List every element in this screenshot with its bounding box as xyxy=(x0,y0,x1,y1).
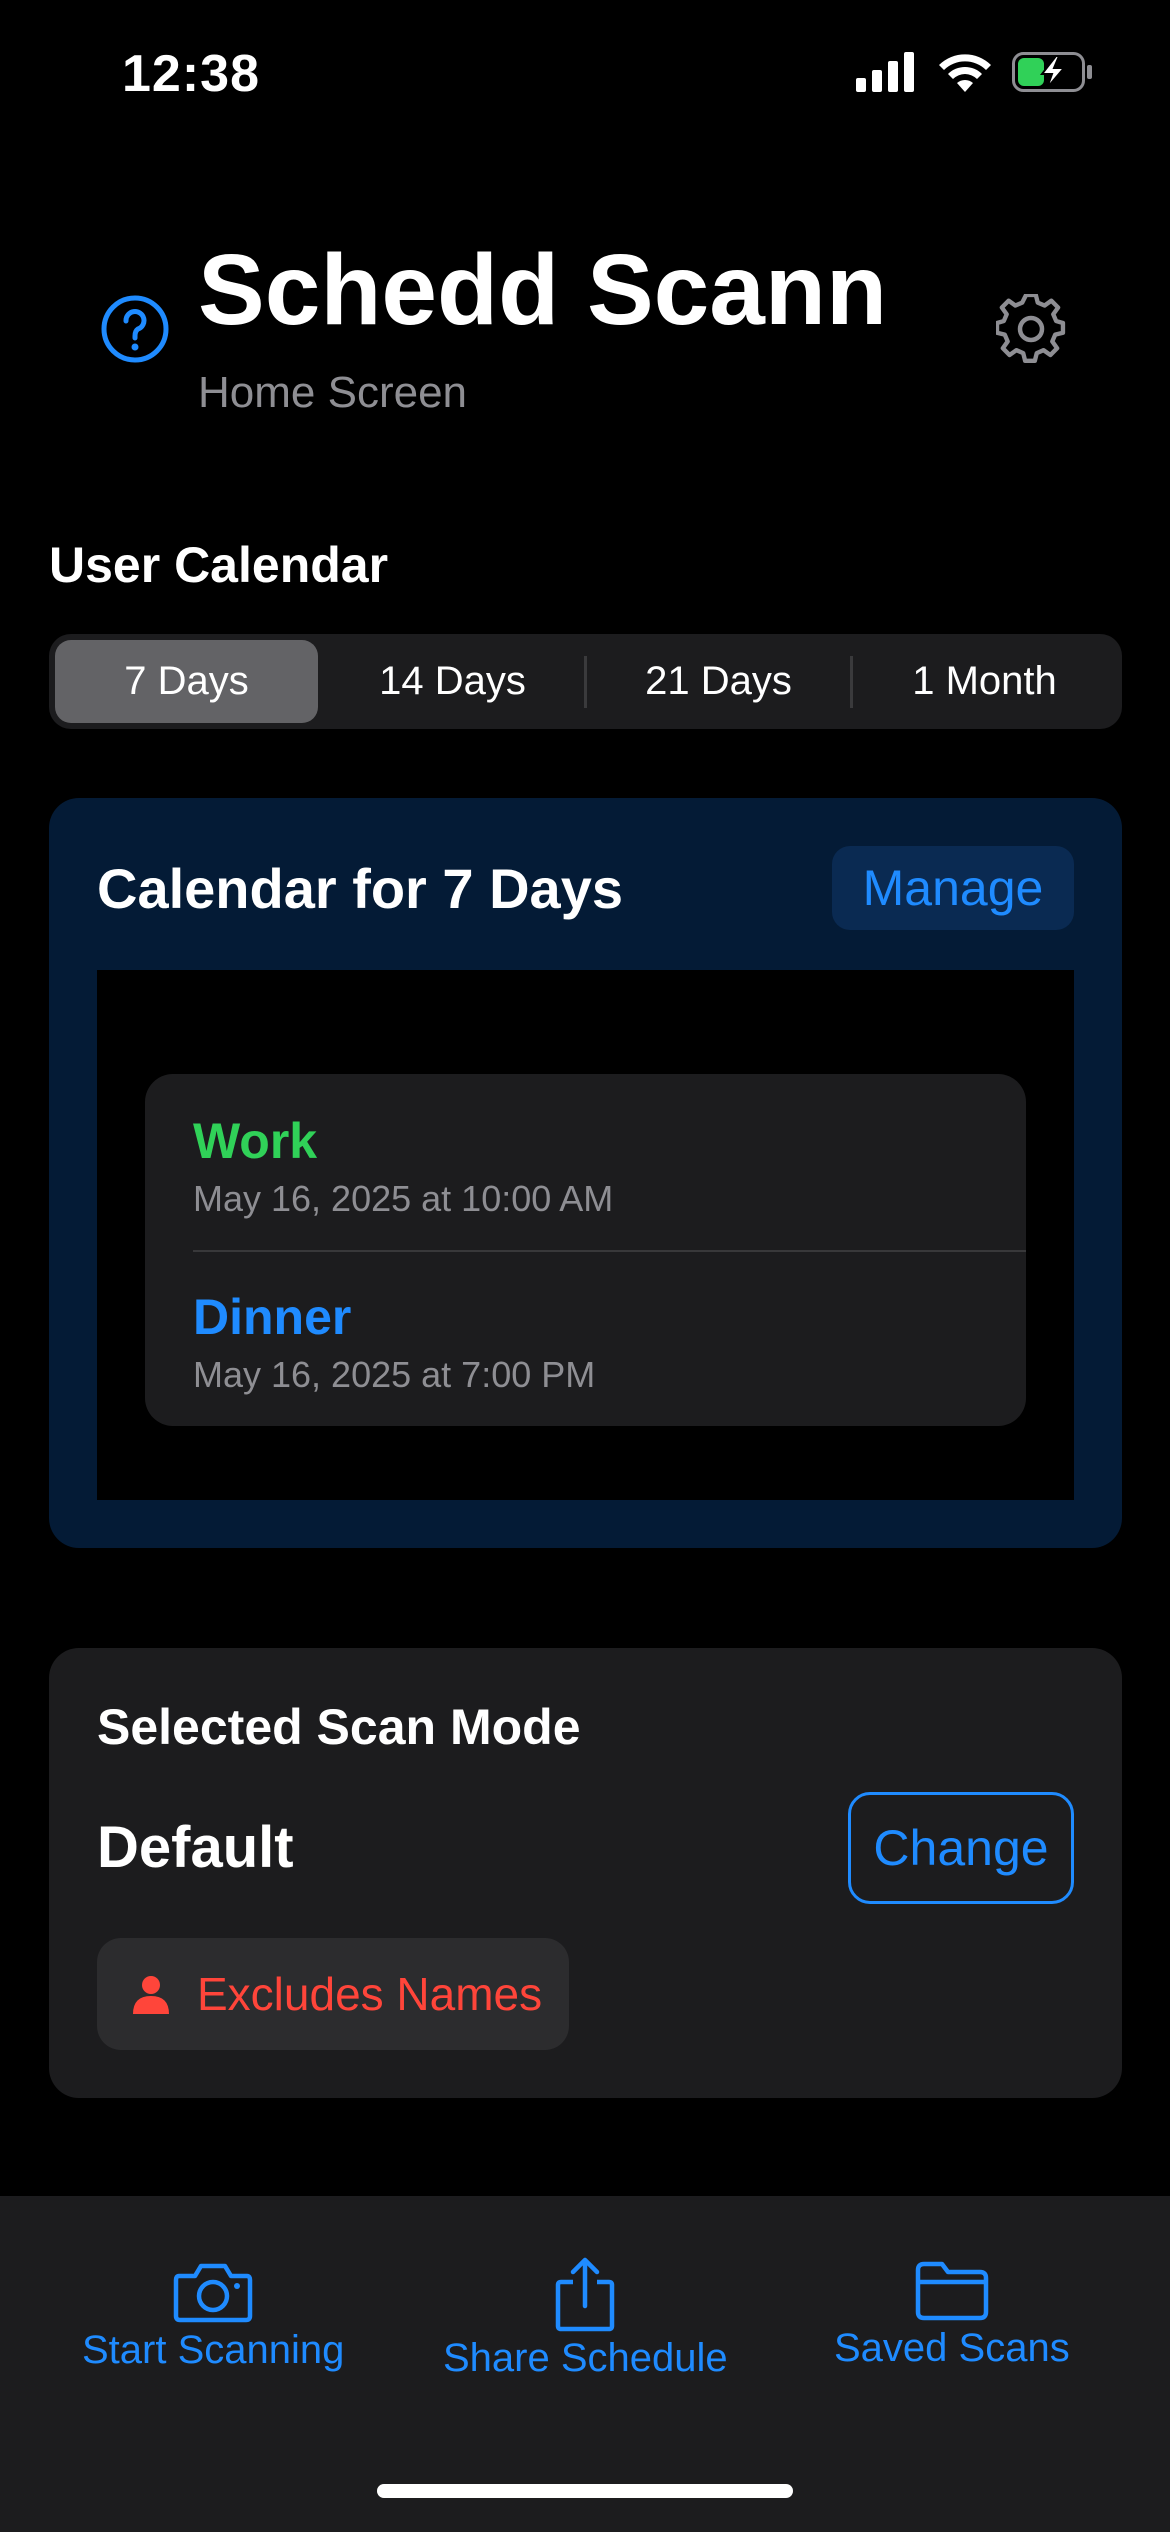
calendar-events-panel: Work May 16, 2025 at 10:00 AM Dinner May… xyxy=(97,970,1074,1500)
calendar-card-title: Calendar for 7 Days xyxy=(97,857,623,920)
cellular-signal-icon xyxy=(856,52,914,92)
help-icon[interactable] xyxy=(100,294,170,364)
range-14-days[interactable]: 14 Days xyxy=(321,640,584,723)
change-button[interactable]: Change xyxy=(848,1792,1074,1904)
excludes-names-badge: Excludes Names xyxy=(97,1938,569,2050)
page-subtitle: Home Screen xyxy=(198,368,468,417)
wifi-icon xyxy=(939,54,991,92)
user-calendar-label: User Calendar xyxy=(49,537,389,593)
scan-mode-value: Default xyxy=(97,1815,294,1880)
saved-scans-button[interactable]: Saved Scans xyxy=(834,2260,1070,2371)
share-schedule-button[interactable]: Share Schedule xyxy=(443,2256,728,2381)
battery-charging-icon xyxy=(1012,52,1092,92)
camera-icon xyxy=(173,2263,253,2323)
status-time: 12:38 xyxy=(122,45,260,103)
home-indicator[interactable] xyxy=(377,2484,793,2498)
share-icon xyxy=(556,2257,615,2332)
folder-icon xyxy=(915,2261,989,2321)
status-icons xyxy=(856,52,1094,92)
calendar-range-picker: 7 Days 14 Days 21 Days 1 Month xyxy=(49,634,1122,729)
start-scanning-button[interactable]: Start Scanning xyxy=(82,2260,344,2373)
bottom-toolbar: Start Scanning Share Schedule Saved Scan… xyxy=(0,2196,1170,2532)
start-scanning-label: Start Scanning xyxy=(82,2328,345,2372)
badge-label: Excludes Names xyxy=(197,1968,543,2020)
events-list: Work May 16, 2025 at 10:00 AM Dinner May… xyxy=(145,1074,1026,1426)
event-title: Work xyxy=(193,1113,318,1169)
event-item[interactable]: Dinner May 16, 2025 at 7:00 PM xyxy=(145,1250,1026,1426)
event-title: Dinner xyxy=(193,1289,352,1345)
scan-mode-label: Selected Scan Mode xyxy=(97,1699,581,1755)
person-icon xyxy=(133,1976,169,2014)
range-1-month[interactable]: 1 Month xyxy=(853,640,1116,723)
manage-button[interactable]: Manage xyxy=(832,846,1074,930)
app-title: Schedd Scann xyxy=(198,234,888,346)
home-screen: 12:38 Schedd Scann Home Screen User Cale… xyxy=(0,0,1170,2532)
calendar-card: Calendar for 7 Days Manage Work May 16, … xyxy=(49,798,1122,1548)
range-7-days[interactable]: 7 Days xyxy=(55,640,318,723)
range-21-days[interactable]: 21 Days xyxy=(587,640,850,723)
event-item[interactable]: Work May 16, 2025 at 10:00 AM xyxy=(145,1074,1026,1250)
scan-mode-card: Selected Scan Mode Default Change Exclud… xyxy=(49,1648,1122,2098)
event-date: May 16, 2025 at 10:00 AM xyxy=(193,1178,614,1219)
event-date: May 16, 2025 at 7:00 PM xyxy=(193,1354,596,1395)
saved-scans-label: Saved Scans xyxy=(834,2326,1070,2370)
share-schedule-label: Share Schedule xyxy=(443,2336,728,2380)
gear-icon[interactable] xyxy=(996,294,1066,364)
